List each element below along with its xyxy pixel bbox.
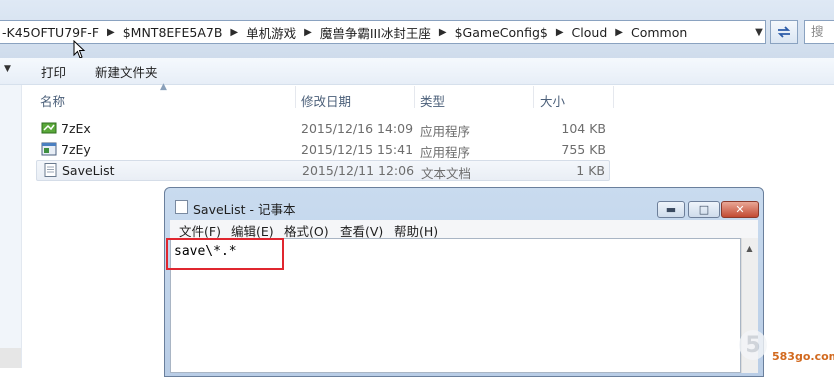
search-input[interactable]: 搜 (804, 20, 834, 44)
refresh-button[interactable] (770, 20, 798, 44)
navigation-pane[interactable] (0, 85, 22, 368)
watermark-logo-icon: 5 (739, 330, 767, 360)
chevron-right-icon[interactable]: ▶ (552, 27, 570, 38)
breadcrumb-item[interactable]: 单机游戏 (244, 23, 300, 42)
file-type: 应用程序 (420, 145, 471, 160)
highlight-box (166, 238, 284, 270)
print-button[interactable]: 打印 (41, 62, 66, 81)
column-divider[interactable] (414, 86, 415, 108)
sort-ascending-icon: ▲ (160, 82, 167, 92)
minimize-button[interactable]: ▬ (657, 201, 685, 218)
navigation-scrollbar[interactable] (0, 348, 21, 368)
dropdown-arrow-icon[interactable]: ▼ (4, 64, 11, 74)
chevron-right-icon[interactable]: ▶ (300, 27, 318, 38)
chevron-right-icon[interactable]: ▶ (611, 27, 629, 38)
file-name: 7zEy (61, 142, 91, 157)
breadcrumb-item[interactable]: $GameConfig$ (453, 25, 552, 40)
file-row[interactable]: 7zEy 2015/12/15 15:41 应用程序 755 KB (36, 139, 610, 160)
app-window-icon (41, 142, 57, 156)
column-divider[interactable] (613, 86, 614, 108)
mouse-cursor-icon (73, 40, 86, 59)
file-type: 文本文档 (421, 166, 472, 181)
file-name: SaveList (62, 163, 115, 178)
file-size: 755 KB (561, 142, 606, 157)
app-icon (41, 122, 57, 134)
watermark-text: 583go.com (772, 350, 834, 363)
text-file-icon (44, 163, 57, 177)
scroll-up-icon[interactable]: ▲ (741, 240, 758, 257)
file-date: 2015/12/16 14:09 (301, 121, 414, 136)
close-button[interactable]: ✕ (721, 201, 759, 218)
address-breadcrumb[interactable]: -K45OFTU79F-F ▶ $MNT8EFE5A7B ▶ 单机游戏 ▶ 魔兽… (0, 20, 766, 44)
maximize-button[interactable]: □ (688, 201, 720, 218)
column-header-size[interactable]: 大小 (540, 91, 565, 110)
address-dropdown-icon[interactable]: ▼ (751, 20, 767, 44)
breadcrumb-item[interactable]: -K45OFTU79F-F (0, 25, 103, 40)
notepad-icon (175, 200, 188, 214)
file-size: 104 KB (561, 121, 606, 136)
file-row[interactable]: 7zEx 2015/12/16 14:09 应用程序 104 KB (36, 118, 610, 139)
minimize-icon: ▬ (665, 203, 677, 216)
chevron-right-icon[interactable]: ▶ (435, 27, 453, 38)
close-icon: ✕ (735, 203, 745, 216)
chevron-right-icon[interactable]: ▶ (226, 27, 244, 38)
refresh-icon (777, 26, 791, 38)
column-header-type[interactable]: 类型 (420, 91, 445, 110)
breadcrumb-item[interactable]: Cloud (570, 25, 612, 40)
file-type: 应用程序 (420, 124, 471, 139)
file-name: 7zEx (61, 121, 91, 136)
file-size: 1 KB (576, 163, 605, 178)
breadcrumb-item[interactable]: 魔兽争霸III冰封王座 (318, 23, 435, 42)
new-folder-button[interactable]: 新建文件夹 (95, 62, 158, 81)
file-date: 2015/12/15 15:41 (301, 142, 414, 157)
column-header-name[interactable]: 名称 (40, 91, 65, 110)
file-date: 2015/12/11 12:06 (302, 163, 415, 178)
file-row-selected[interactable]: SaveList 2015/12/11 12:06 文本文档 1 KB (36, 160, 610, 181)
breadcrumb-item[interactable]: $MNT8EFE5A7B (121, 25, 227, 40)
maximize-icon: □ (698, 203, 710, 216)
chevron-right-icon[interactable]: ▶ (103, 27, 121, 38)
column-divider[interactable] (295, 86, 296, 108)
column-header-date[interactable]: 修改日期 (301, 91, 351, 110)
notepad-title: SaveList - 记事本 (193, 202, 296, 217)
column-divider[interactable] (533, 86, 534, 108)
breadcrumb-item[interactable]: Common (629, 25, 691, 40)
